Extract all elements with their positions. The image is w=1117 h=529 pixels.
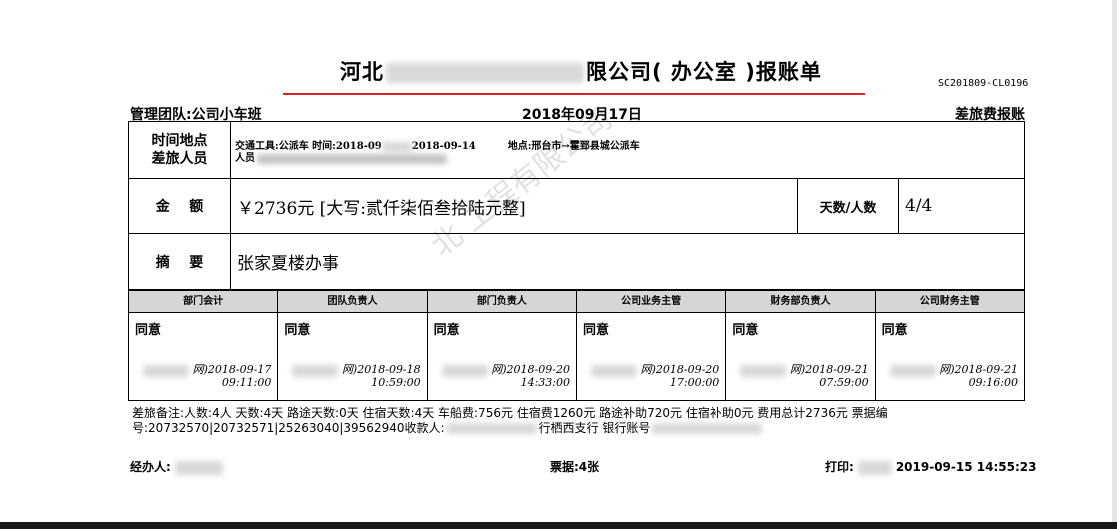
approval-title: 部门负责人 [427,291,576,313]
redacted-approver [590,365,637,377]
amount-label: 金 额 [128,178,231,234]
approval-timestamp: 网)2018-09-20 14:33:00 [491,363,570,389]
approval-date: 网)2018-09-21 [789,363,869,376]
approval-title: 团队负责人 [278,291,427,313]
document-title: 河北 限公司( 办公室 )报账单 [340,56,822,86]
handler-label: 经办人: [130,460,171,474]
summary-value: 张家夏楼办事 [230,233,1025,290]
approval-column: 部门会计 同意 网)2018-09-17 09:11:00 [129,291,279,400]
approval-status: 同意 [284,323,311,338]
remark-line2: 号:20732570|20732571|25263040|39562940收款人… [132,421,1032,436]
expense-remark: 差旅备注:人数:4人 天数:4天 路途天数:0天 住宿天数:4天 车船费:756… [132,406,1032,436]
print-label: 打印: [825,460,854,474]
people-label: 人员 [235,153,255,164]
approval-status: 同意 [135,323,162,338]
days-people-value: 4/4 [898,178,1025,234]
row-amount: 金 额 ￥2736元 [大写:贰仟柒佰叁拾陆元整] 天数/人数 4/4 [128,178,1025,234]
approval-timestamp: 网)2018-09-20 17:00:00 [641,363,720,389]
redacted-account [652,423,763,434]
redacted-approver [292,365,339,377]
redacted-approver [889,365,936,377]
approval-title: 公司业务主管 [576,291,726,313]
time-place-label-line1: 时间地点 [151,133,208,149]
redacted-people [257,153,447,164]
row-summary: 摘 要 张家夏楼办事 [128,233,1025,290]
approval-section: 部门会计 同意 网)2018-09-17 09:11:00 团队负责人 同意 网)… [128,290,1025,401]
receipts-count: 票据:4张 [550,460,600,474]
approval-time: 09:16:00 [968,376,1018,389]
approval-date: 网)2018-09-18 [341,363,421,376]
document-code: SC201809-CL0196 [938,78,1029,89]
bottom-bar [0,522,1117,529]
approval-time: 07:59:00 [819,376,869,389]
title-prefix: 河北 [340,60,384,84]
time-place-label: 时间地点 差旅人员 [128,121,231,179]
people-line: 人员 [235,149,447,164]
approval-time: 10:59:00 [371,376,421,389]
approval-title: 财务部负责人 [726,291,875,313]
approval-title: 部门会计 [129,291,278,313]
title-underline [283,93,865,95]
time-place-label-line2: 差旅人员 [151,151,208,167]
approval-column: 团队负责人 同意 网)2018-09-18 10:59:00 [278,291,428,400]
approval-time: 09:11:00 [221,376,272,389]
approval-column: 公司业务主管 同意 网)2018-09-20 17:00:00 [576,291,727,400]
approval-status: 同意 [433,323,460,338]
remark-line2-tail: 行栖西支行 银行账号 [538,421,651,435]
page-edge [1112,0,1117,529]
redacted-approver [143,365,189,377]
print-field: 打印: 2019-09-15 14:55:23 [825,458,1036,475]
redacted-company-name [386,63,584,83]
remark-line1: 差旅备注:人数:4人 天数:4天 路途天数:0天 住宿天数:4天 车船费:756… [132,406,888,420]
approval-date: 网)2018-09-20 [491,363,570,376]
approval-title: 公司财务主管 [875,291,1024,313]
approval-date: 网)2018-09-20 [640,363,720,376]
approval-timestamp: 网)2018-09-18 10:59:00 [342,363,421,389]
summary-label: 摘 要 [128,233,231,290]
time-place-content: 交通工具:公派车 时间:2018-09 2018-09-14 地点:邢台市→霍郅县城… [230,121,1025,179]
approval-timestamp: 网)2018-09-21 07:59:00 [790,363,869,389]
remark-line2-text: 号:20732570|20732571|25263040|39562940收款人… [132,421,445,435]
approval-timestamp: 网)2018-09-17 09:11:00 [193,363,272,389]
title-suffix: 限公司( 办公室 )报账单 [586,60,822,84]
redacted-approver [441,365,488,377]
days-people-label: 天数/人数 [797,178,899,234]
approval-date: 网)2018-09-21 [939,363,1018,376]
approval-time: 17:00:00 [669,376,720,389]
approval-status: 同意 [732,323,759,338]
redacted-handler [174,460,223,475]
approval-status: 同意 [881,323,908,338]
approval-timestamp: 网)2018-09-21 09:16:00 [939,363,1018,389]
approval-column: 公司财务主管 同意 网)2018-09-21 09:16:00 [875,291,1024,400]
redacted-printer [857,460,892,475]
approval-date: 网)2018-09-17 [192,363,272,376]
approval-column: 部门负责人 同意 网)2018-09-20 14:33:00 [427,291,577,400]
approval-column: 财务部负责人 同意 网)2018-09-21 07:59:00 [726,291,876,400]
redacted-payee [446,423,537,434]
approval-time: 14:33:00 [520,376,570,389]
approval-status: 同意 [582,323,609,338]
print-time: 2019-09-15 14:55:23 [895,460,1037,474]
handler-field: 经办人: [130,458,223,475]
redacted-approver [740,365,787,377]
